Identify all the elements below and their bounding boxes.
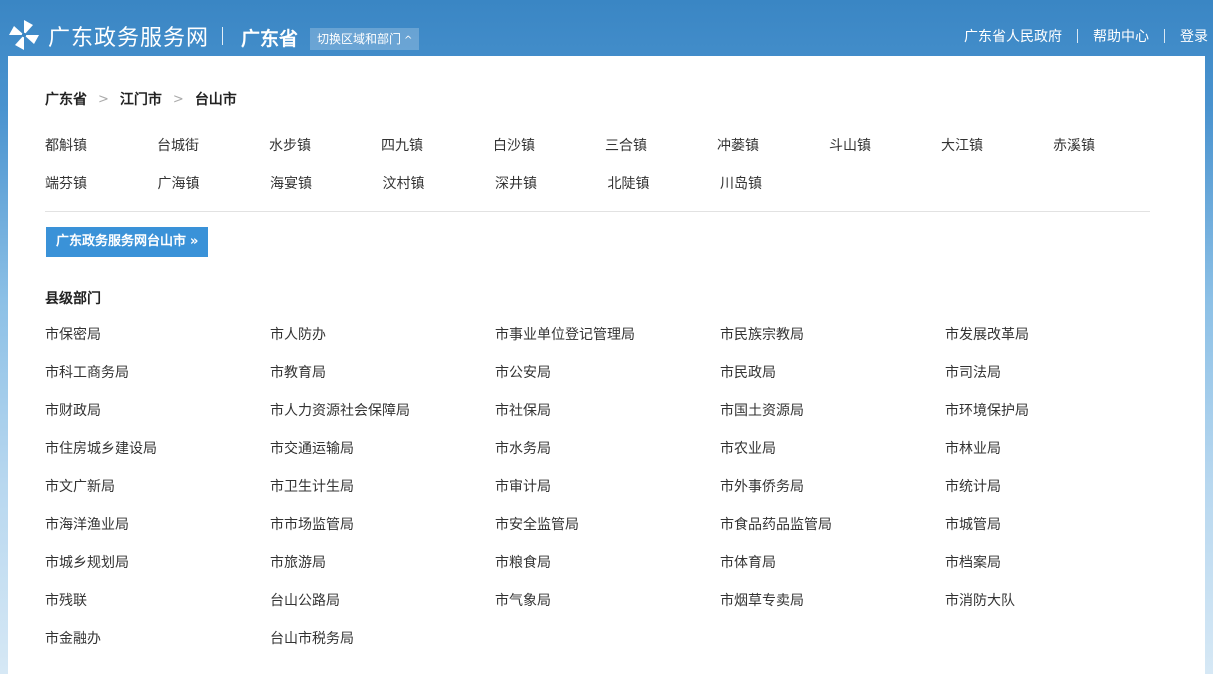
town-link[interactable]: 海宴镇 (270, 174, 383, 212)
department-link[interactable]: 市林业局 (945, 439, 1170, 477)
department-link[interactable]: 市审计局 (495, 477, 720, 515)
help-center-link[interactable]: 帮助中心 (1093, 26, 1149, 46)
department-link[interactable]: 市交通运输局 (270, 439, 495, 477)
county-portal-label: 广东政务服务网台山市 (56, 234, 187, 249)
department-link[interactable]: 市社保局 (495, 401, 720, 439)
department-link[interactable]: 市人防办 (270, 325, 495, 363)
department-row: 市文广新局 市卫生计生局 市审计局 市外事侨务局 市统计局 (45, 477, 1170, 515)
town-link[interactable]: 水步镇 (269, 136, 381, 174)
town-link[interactable]: 台城街 (157, 136, 269, 174)
department-link[interactable]: 市卫生计生局 (270, 477, 495, 515)
town-link[interactable]: 三合镇 (605, 136, 717, 174)
department-link[interactable]: 市国土资源局 (720, 401, 945, 439)
pinwheel-logo-icon[interactable] (8, 19, 40, 51)
town-link[interactable]: 北陡镇 (608, 174, 721, 212)
department-link[interactable]: 市粮食局 (495, 553, 720, 591)
breadcrumb-city[interactable]: 江门市 (120, 89, 162, 109)
department-link[interactable]: 市事业单位登记管理局 (495, 325, 720, 363)
chevron-up-icon: ^ (404, 35, 413, 46)
department-link[interactable]: 市残联 (45, 591, 270, 629)
town-link[interactable]: 川岛镇 (720, 174, 833, 212)
department-link[interactable]: 市气象局 (495, 591, 720, 629)
town-link[interactable]: 广海镇 (158, 174, 271, 212)
department-link[interactable]: 市住房城乡建设局 (45, 439, 270, 477)
department-link[interactable]: 市教育局 (270, 363, 495, 401)
county-portal-button[interactable]: 广东政务服务网台山市» (46, 227, 209, 257)
region-dropdown-panel: 广东省 > 江门市 > 台山市 都斛镇 台城街 水步镇 四九镇 白沙镇 三合镇 冲蒌镇 斗山镇… (8, 56, 1205, 674)
switch-region-button[interactable]: 切换区域和部门 ^ (310, 28, 420, 50)
site-title[interactable]: 广东政务服务网 (48, 20, 209, 52)
town-link[interactable]: 大江镇 (941, 136, 1053, 174)
department-row: 市财政局 市人力资源社会保障局 市社保局 市国土资源局 市环境保护局 (45, 401, 1170, 439)
department-link[interactable]: 市城乡规划局 (45, 553, 270, 591)
town-link[interactable]: 深井镇 (495, 174, 608, 212)
department-row: 市保密局 市人防办 市事业单位登记管理局 市民族宗教局 市发展改革局 (45, 325, 1170, 363)
department-link[interactable]: 市环境保护局 (945, 401, 1170, 439)
department-row: 市科工商务局 市教育局 市公安局 市民政局 市司法局 (45, 363, 1170, 401)
department-list: 市保密局 市人防办 市事业单位登记管理局 市民族宗教局 市发展改革局 市科工商务局 市教育局… (45, 325, 1170, 667)
header-links: 广东省人民政府 帮助中心 登录 (964, 26, 1208, 46)
town-link[interactable]: 斗山镇 (829, 136, 941, 174)
town-link[interactable]: 汶村镇 (383, 174, 496, 212)
department-link[interactable]: 市市场监管局 (270, 515, 495, 553)
gov-portal-link[interactable]: 广东省人民政府 (964, 26, 1062, 46)
department-link[interactable]: 市司法局 (945, 363, 1170, 401)
department-link[interactable]: 市烟草专卖局 (720, 591, 945, 629)
switch-region-label: 切换区域和部门 (317, 32, 402, 46)
department-link[interactable]: 市统计局 (945, 477, 1170, 515)
town-list: 都斛镇 台城街 水步镇 四九镇 白沙镇 三合镇 冲蒌镇 斗山镇 大江镇 赤溪镇 端芬镇 广海镇 海宴镇汶… (45, 136, 1165, 212)
department-link[interactable]: 市财政局 (45, 401, 270, 439)
login-link[interactable]: 登录 (1180, 26, 1208, 46)
department-link[interactable]: 市金融办 (45, 629, 270, 667)
department-row: 市残联 台山公路局 市气象局 市烟草专卖局 市消防大队 (45, 591, 1170, 629)
town-link[interactable]: 赤溪镇 (1053, 136, 1165, 174)
department-link[interactable]: 市公安局 (495, 363, 720, 401)
department-link[interactable]: 市文广新局 (45, 477, 270, 515)
town-row: 都斛镇 台城街 水步镇 四九镇 白沙镇 三合镇 冲蒌镇 斗山镇 大江镇 赤溪镇 (45, 136, 1165, 174)
chevron-right-icon: > (98, 91, 109, 107)
department-row: 市金融办 台山市税务局 (45, 629, 1170, 667)
town-link[interactable]: 冲蒌镇 (717, 136, 829, 174)
department-link[interactable]: 市农业局 (720, 439, 945, 477)
department-link[interactable]: 市档案局 (945, 553, 1170, 591)
top-bar: 广东政务服务网 广东省 切换区域和部门 ^ 广东省人民政府 帮助中心 登录 (0, 0, 1213, 56)
section-divider (45, 211, 1150, 212)
department-link[interactable]: 市外事侨务局 (720, 477, 945, 515)
department-link[interactable]: 市民政局 (720, 363, 945, 401)
town-row: 端芬镇 广海镇 海宴镇 汶村镇 深井镇 北陡镇 川岛镇 (45, 174, 1165, 212)
department-link[interactable]: 市体育局 (720, 553, 945, 591)
department-link[interactable]: 市旅游局 (270, 553, 495, 591)
department-link[interactable]: 市安全监管局 (495, 515, 720, 553)
breadcrumb-province[interactable]: 广东省 (45, 89, 87, 109)
department-link[interactable]: 台山市税务局 (270, 629, 495, 667)
breadcrumb: 广东省 > 江门市 > 台山市 (45, 89, 237, 109)
department-link[interactable]: 市科工商务局 (45, 363, 270, 401)
department-section-title: 县级部门 (45, 291, 101, 307)
department-link[interactable]: 市消防大队 (945, 591, 1170, 629)
current-province: 广东省 (241, 28, 299, 50)
link-divider (1164, 29, 1165, 43)
breadcrumb-county[interactable]: 台山市 (195, 89, 237, 109)
department-row: 市海洋渔业局 市市场监管局 市安全监管局 市食品药品监管局 市城管局 (45, 515, 1170, 553)
town-link[interactable]: 端芬镇 (45, 174, 158, 212)
title-divider (222, 27, 223, 45)
department-row: 市城乡规划局 市旅游局 市粮食局 市体育局 市档案局 (45, 553, 1170, 591)
town-link[interactable]: 白沙镇 (493, 136, 605, 174)
department-link[interactable]: 市民族宗教局 (720, 325, 945, 363)
link-divider (1077, 29, 1078, 43)
department-row: 市住房城乡建设局 市交通运输局 市水务局 市农业局 市林业局 (45, 439, 1170, 477)
town-link[interactable]: 都斛镇 (45, 136, 157, 174)
department-link[interactable]: 市发展改革局 (945, 325, 1170, 363)
department-link[interactable]: 台山公路局 (270, 591, 495, 629)
chevron-right-icon: > (172, 91, 184, 107)
department-link[interactable]: 市食品药品监管局 (720, 515, 945, 553)
double-chevron-right-icon: » (190, 234, 199, 249)
department-link[interactable]: 市保密局 (45, 325, 270, 363)
department-link[interactable]: 市人力资源社会保障局 (270, 401, 495, 439)
department-link[interactable]: 市海洋渔业局 (45, 515, 270, 553)
town-link[interactable]: 四九镇 (381, 136, 493, 174)
department-link[interactable]: 市水务局 (495, 439, 720, 477)
department-link[interactable]: 市城管局 (945, 515, 1170, 553)
